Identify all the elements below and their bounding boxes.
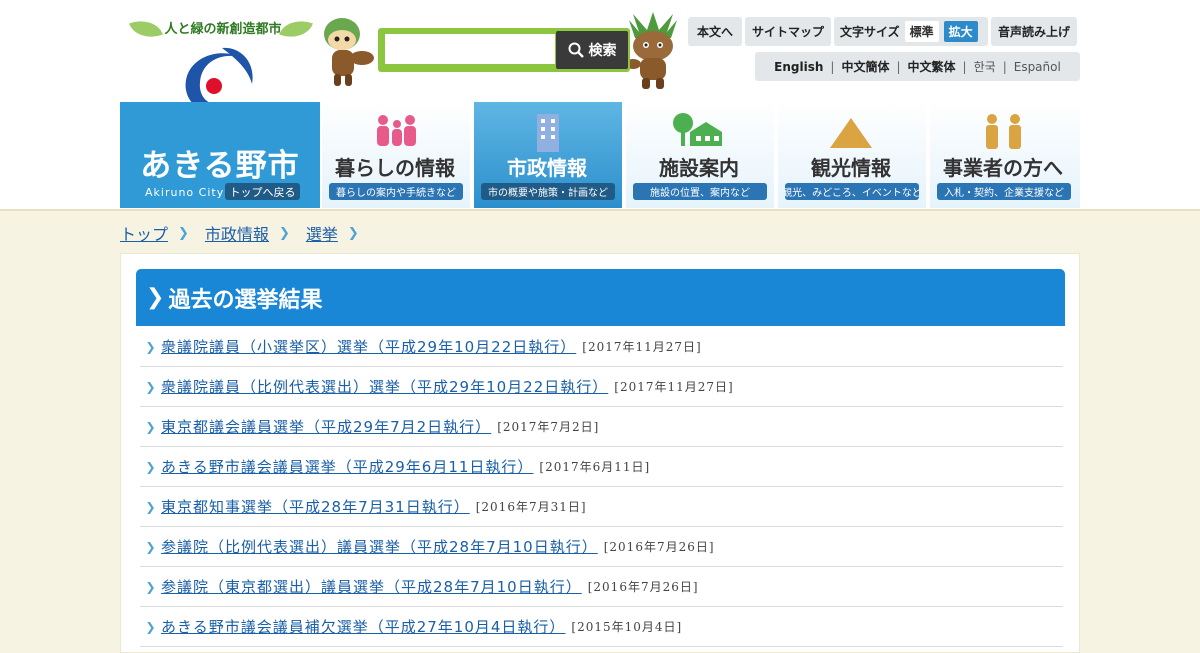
- nav-tourism[interactable]: 観光情報 観光、みどころ、イベントなど: [776, 102, 926, 208]
- breadcrumb: トップ ❯ 市政情報 ❯ 選挙 ❯: [120, 222, 375, 244]
- result-date: [2017年11月27日]: [582, 340, 702, 354]
- main-content: ❯ 過去の選挙結果 ❯ 衆議院議員（小選挙区）選挙（平成29年10月22日執行）…: [120, 253, 1080, 653]
- nav-title: 事業者の方へ: [943, 156, 1063, 180]
- breadcrumb-item[interactable]: 選挙: [306, 221, 338, 245]
- chevron-right-icon: ❯: [278, 225, 290, 241]
- back-to-top-button[interactable]: トップへ戻る: [225, 183, 300, 200]
- search-input[interactable]: [385, 34, 555, 64]
- city-logo[interactable]: 人と緑の新創造都市: [120, 10, 320, 132]
- nav-living-info[interactable]: 暮らしの情報 暮らしの案内や手続きなど: [320, 102, 470, 208]
- result-date: [2017年7月2日]: [497, 420, 600, 434]
- result-date: [2016年7月31日]: [475, 500, 587, 514]
- election-results-list: ❯ 衆議院議員（小選挙区）選挙（平成29年10月22日執行） [2017年11月…: [140, 327, 1063, 647]
- nav-subtitle: 観光、みどころ、イベントなど: [785, 183, 919, 200]
- font-size-label: 文字サイズ: [840, 25, 900, 39]
- result-date: [2017年11月27日]: [614, 380, 734, 394]
- list-item: ❯ 東京都議会議員選挙（平成29年7月2日執行） [2017年7月2日]: [140, 407, 1063, 447]
- city-name: あきる野市: [140, 148, 300, 184]
- nav-subtitle: 入札・契約、企業支援など: [937, 183, 1071, 200]
- nav-title: 観光情報: [811, 156, 891, 180]
- list-item: ❯ 東京都知事選挙（平成28年7月31日執行） [2016年7月31日]: [140, 487, 1063, 527]
- font-size-large-button[interactable]: 拡大: [943, 21, 978, 42]
- font-size-control: 文字サイズ 標準 拡大: [834, 17, 988, 46]
- list-item: ❯ あきる野市議会議員選挙（平成29年6月11日執行） [2017年6月11日]: [140, 447, 1063, 487]
- logo-tagline: 人と緑の新創造都市: [164, 22, 282, 37]
- breadcrumb-item[interactable]: 市政情報: [205, 221, 269, 245]
- result-link[interactable]: 東京都議会議員選挙（平成29年7月2日執行）: [161, 416, 491, 437]
- nav-subtitle: 暮らしの案内や手続きなど: [329, 183, 463, 200]
- nav-facilities[interactable]: 施設案内 施設の位置、案内など: [624, 102, 774, 208]
- chevron-right-icon: ❯: [145, 579, 156, 594]
- nav-businesses[interactable]: 事業者の方へ 入札・契約、企業支援など: [928, 102, 1080, 208]
- section-heading: ❯ 過去の選挙結果: [136, 269, 1065, 326]
- breadcrumb-item[interactable]: トップ: [120, 221, 168, 245]
- result-link[interactable]: 参議院（比例代表選出）議員選挙（平成28年7月10日執行）: [161, 536, 598, 557]
- chevron-right-icon: ❯: [145, 459, 156, 474]
- facility-tree-icon: [673, 113, 722, 146]
- font-size-standard-button[interactable]: 標準: [904, 21, 939, 42]
- chevron-right-icon: ❯: [145, 339, 156, 354]
- list-item: ❯ 参議院（比例代表選出）議員選挙（平成28年7月10日執行） [2016年7月…: [140, 527, 1063, 567]
- result-link[interactable]: あきる野市議会議員選挙（平成29年6月11日執行）: [161, 456, 533, 477]
- chevron-right-icon: ❯: [145, 619, 156, 634]
- chevron-right-icon: ❯: [145, 499, 156, 514]
- city-name-romaji: Akiruno City: [145, 186, 225, 199]
- nav-subtitle: 市の概要や施策・計画など: [481, 183, 615, 200]
- chevron-right-icon: ❯: [347, 225, 359, 241]
- chevron-right-icon: ❯: [178, 225, 189, 241]
- lang-chinese-traditional-link[interactable]: 中文繁体: [901, 58, 963, 75]
- result-date: [2017年6月11日]: [539, 460, 651, 474]
- result-date: [2016年7月26日]: [587, 580, 699, 594]
- skip-to-content-button[interactable]: 本文へ: [688, 17, 742, 46]
- mascot-right-icon: [625, 12, 677, 89]
- home-link-tile[interactable]: あきる野市 Akiruno City トップへ戻る: [120, 102, 320, 208]
- family-icon: [377, 115, 416, 146]
- result-link[interactable]: 衆議院議員（比例代表選出）選挙（平成29年10月22日執行）: [161, 376, 608, 397]
- language-bar: English | 中文簡体 | 中文繁体 | 한국 | Español: [755, 52, 1080, 81]
- building-icon: [537, 114, 559, 152]
- result-link[interactable]: あきる野市議会議員補欠選挙（平成27年10月4日執行）: [161, 616, 565, 637]
- list-item: ❯ あきる野市議会議員補欠選挙（平成27年10月4日執行） [2015年10月4…: [140, 607, 1063, 647]
- read-aloud-button[interactable]: 音声読み上げ: [991, 17, 1077, 46]
- lang-chinese-simplified-link[interactable]: 中文簡体: [834, 58, 896, 75]
- search-button[interactable]: 検索: [556, 31, 628, 69]
- search-box: 検索: [378, 28, 630, 72]
- lang-english-link[interactable]: English: [767, 60, 830, 74]
- search-button-label: 検索: [588, 43, 617, 59]
- lang-korean-link[interactable]: 한국: [967, 58, 1003, 75]
- mountain-icon: [830, 118, 872, 148]
- page-title: 過去の選挙結果: [168, 287, 323, 313]
- divider: [0, 209, 1200, 211]
- result-date: [2015年10月4日]: [571, 620, 683, 634]
- chevron-right-icon: ❯: [145, 379, 156, 394]
- result-link[interactable]: 参議院（東京都選出）議員選挙（平成28年7月10日執行）: [161, 576, 582, 597]
- mascot-left-icon: [324, 18, 374, 86]
- nav-subtitle: 施設の位置、案内など: [633, 183, 767, 200]
- site-header: 人と緑の新創造都市 検索 本文へ サイトマップ 文字サイズ 標準 拡大 音声読み…: [0, 0, 1200, 210]
- business-people-icon: [986, 114, 1021, 149]
- nav-city-government[interactable]: 市政情報 市の概要や施策・計画など: [472, 102, 622, 208]
- chevron-right-icon: ❯: [145, 539, 156, 554]
- chevron-right-icon: ❯: [145, 419, 156, 434]
- search-icon: [568, 42, 584, 58]
- nav-title: 市政情報: [507, 156, 587, 180]
- result-link[interactable]: 東京都知事選挙（平成28年7月31日執行）: [161, 496, 470, 517]
- lang-spanish-link[interactable]: Español: [1007, 60, 1068, 74]
- result-link[interactable]: 衆議院議員（小選挙区）選挙（平成29年10月22日執行）: [161, 336, 576, 357]
- list-item: ❯ 衆議院議員（小選挙区）選挙（平成29年10月22日執行） [2017年11月…: [140, 327, 1063, 367]
- nav-title: 施設案内: [659, 156, 739, 180]
- list-item: ❯ 衆議院議員（比例代表選出）選挙（平成29年10月22日執行） [2017年1…: [140, 367, 1063, 407]
- result-date: [2016年7月26日]: [603, 540, 715, 554]
- nav-title: 暮らしの情報: [335, 156, 455, 180]
- chevron-right-icon: ❯: [146, 285, 165, 310]
- sitemap-button[interactable]: サイトマップ: [745, 17, 831, 46]
- list-item: ❯ 参議院（東京都選出）議員選挙（平成28年7月10日執行） [2016年7月2…: [140, 567, 1063, 607]
